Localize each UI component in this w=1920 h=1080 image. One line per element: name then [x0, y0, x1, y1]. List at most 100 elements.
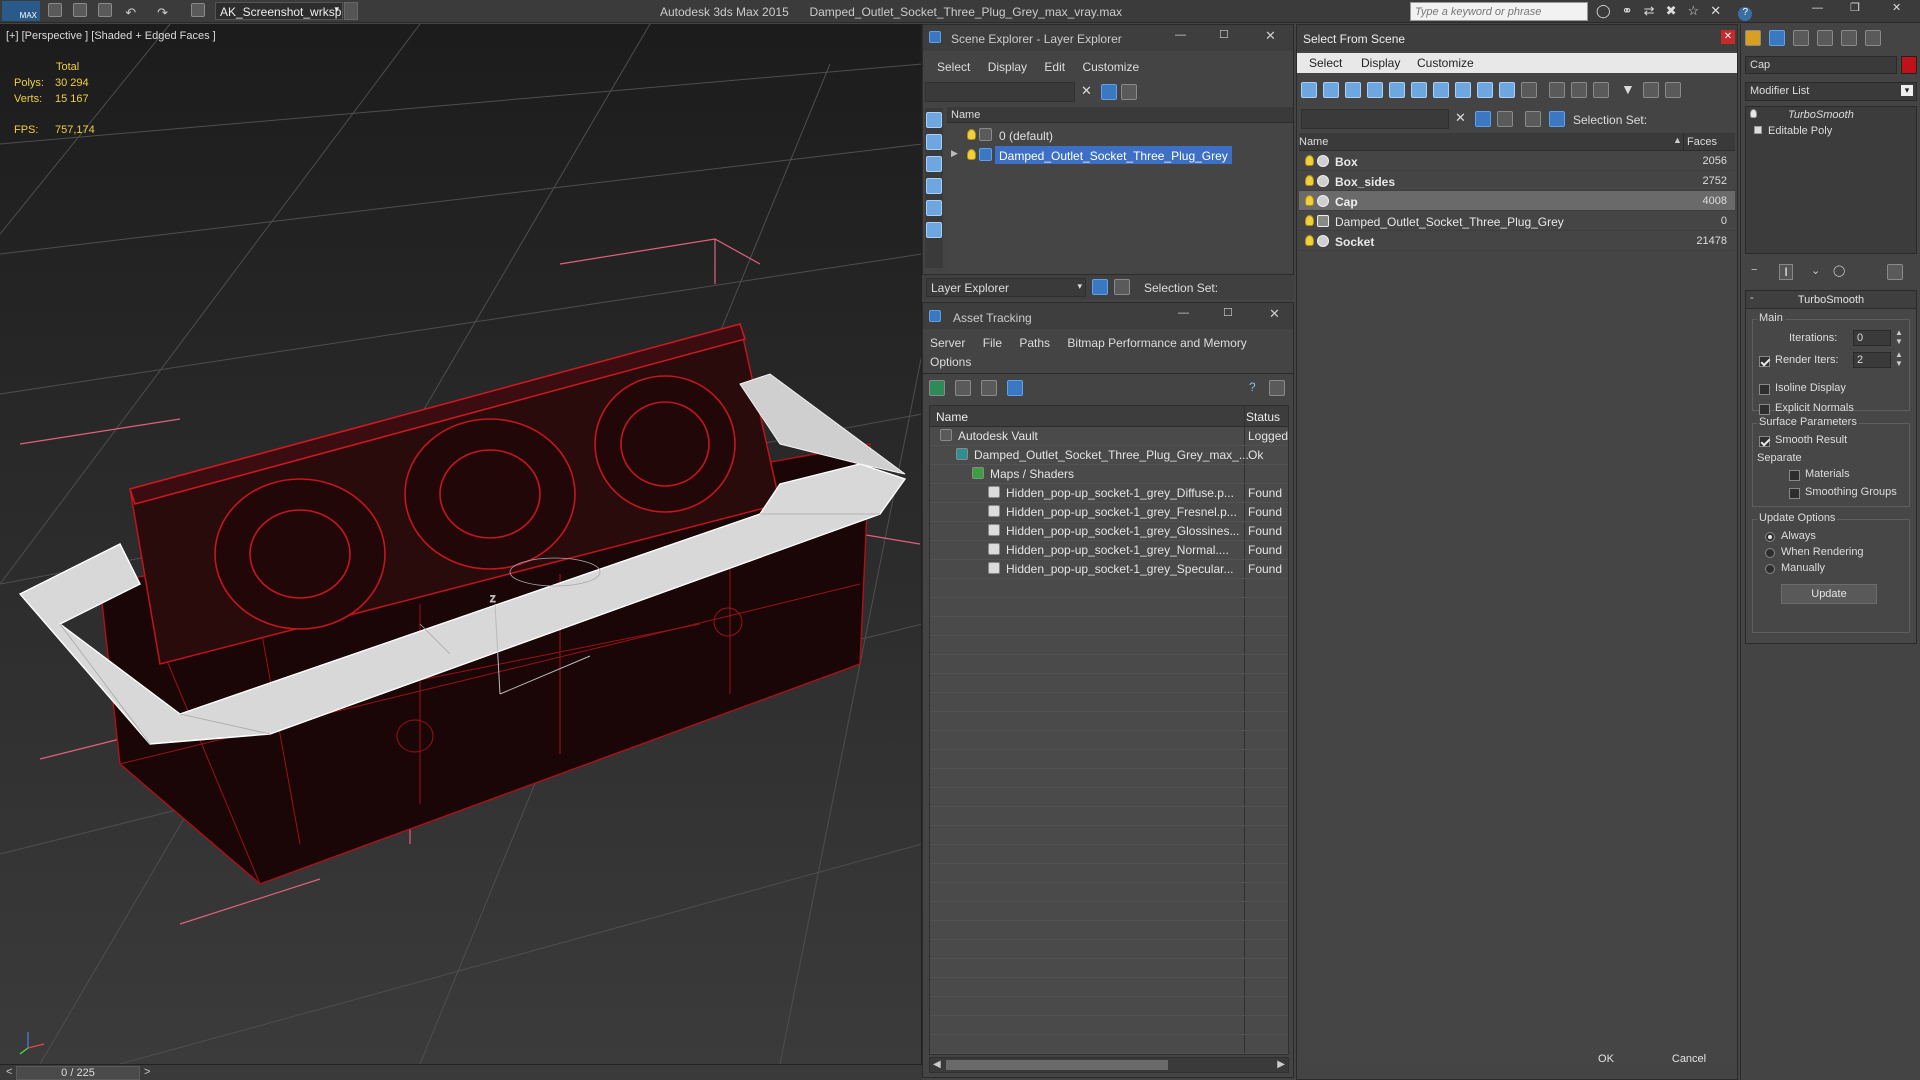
asset-row[interactable]	[930, 693, 1288, 712]
display-shapes-icon[interactable]	[926, 134, 942, 150]
layer-tool-icon[interactable]	[1497, 111, 1513, 127]
display-frozen-icon[interactable]	[1521, 82, 1537, 98]
menu-display[interactable]: Display	[988, 60, 1027, 74]
scroll-thumb[interactable]	[946, 1060, 1168, 1070]
asset-tracking-titlebar[interactable]: Asset Tracking — ☐ ✕	[923, 303, 1293, 329]
scene-explorer-titlebar[interactable]: Scene Explorer - Layer Explorer — ☐ ✕	[923, 25, 1293, 51]
asset-row[interactable]	[930, 655, 1288, 674]
asset-row[interactable]: Damped_Outlet_Socket_Three_Plug_Grey_max…	[930, 446, 1288, 465]
menu-options[interactable]: Options	[930, 355, 971, 369]
utilities-tab-icon[interactable]	[1865, 30, 1881, 46]
modifier-stack-item[interactable]: Editable Poly	[1746, 123, 1916, 139]
col-name-header[interactable]: Name	[1299, 136, 1328, 148]
asset-row[interactable]	[930, 579, 1288, 598]
menu-customize[interactable]: Customize	[1417, 56, 1474, 70]
asset-row[interactable]	[930, 997, 1288, 1016]
asset-row[interactable]	[930, 1035, 1288, 1054]
asset-row[interactable]: Hidden_pop-up_socket-1_grey_Normal.... Fo…	[930, 541, 1288, 560]
display-shapes-icon[interactable]	[1323, 82, 1339, 98]
display-spacewarps-icon[interactable]	[926, 222, 942, 238]
light-bulb-icon[interactable]	[1305, 155, 1314, 166]
list-view-icon[interactable]	[955, 380, 971, 396]
asset-row[interactable]	[930, 978, 1288, 997]
asset-row[interactable]	[930, 921, 1288, 940]
materials-checkbox[interactable]	[1789, 470, 1800, 481]
max-logo[interactable]: MAX	[2, 1, 40, 21]
clear-search-icon[interactable]: ✕	[1455, 110, 1466, 126]
asset-row[interactable]	[930, 750, 1288, 769]
asset-row[interactable]	[930, 883, 1288, 902]
scroll-right-icon[interactable]: ▶	[1277, 1059, 1285, 1070]
clear-search-icon[interactable]: ✕	[1081, 83, 1092, 99]
smooth-result-checkbox[interactable]	[1759, 436, 1770, 447]
layer-row-damped-outlet[interactable]: ▶ Damped_Outlet_Socket_Three_Plug_Grey	[947, 145, 1293, 165]
light-bulb-icon[interactable]	[967, 149, 976, 160]
restore-icon[interactable]: ❐	[1850, 1, 1860, 14]
close-x-icon[interactable]: ✖	[1666, 3, 1677, 18]
light-bulb-icon[interactable]	[1305, 195, 1314, 206]
asset-row[interactable]	[930, 617, 1288, 636]
light-bulb-icon[interactable]	[1305, 215, 1314, 226]
close-icon[interactable]: ✕	[1269, 306, 1280, 322]
select-from-scene-titlebar[interactable]: Select From Scene ✕	[1297, 25, 1737, 51]
menu-bitmap-performance[interactable]: Bitmap Performance and Memory	[1067, 336, 1246, 350]
asset-row[interactable]	[930, 845, 1288, 864]
time-slider[interactable]: < 0 / 225 >	[0, 1064, 922, 1080]
binoculars-icon[interactable]: ◯	[1596, 3, 1611, 18]
layer-tool-icon[interactable]	[1121, 84, 1137, 100]
object-row[interactable]: Box_sides 2752	[1299, 171, 1735, 191]
minimize-icon[interactable]: —	[1175, 29, 1186, 41]
modifier-stack-item[interactable]: TurboSmooth	[1746, 107, 1916, 123]
isoline-checkbox[interactable]	[1759, 384, 1770, 395]
select-none-icon[interactable]	[1571, 82, 1587, 98]
search-input[interactable]: Type a keyword or phrase	[1410, 2, 1588, 21]
new-file-icon[interactable]	[48, 3, 62, 17]
configure-sets-icon[interactable]	[1887, 264, 1903, 280]
hierarchy-tab-icon[interactable]	[1793, 30, 1809, 46]
asset-row[interactable]: Hidden_pop-up_socket-1_grey_Diffuse.p...…	[930, 484, 1288, 503]
spinner-arrows-icon[interactable]: ▲ ▼	[1895, 350, 1903, 368]
close-icon[interactable]: ✕	[1265, 28, 1276, 44]
help-icon[interactable]: ?	[1738, 7, 1753, 21]
select-search-input[interactable]	[1301, 109, 1449, 129]
display-lights-icon[interactable]	[926, 156, 942, 172]
filter-icon[interactable]	[1475, 111, 1491, 127]
asset-row[interactable]	[930, 1054, 1288, 1055]
exchange-icon[interactable]: ⇄	[1644, 3, 1655, 18]
asset-row[interactable]	[930, 769, 1288, 788]
asset-row[interactable]: Autodesk Vault Logged	[930, 427, 1288, 446]
show-end-result-icon[interactable]: I	[1779, 264, 1793, 280]
create-tab-icon[interactable]	[1745, 30, 1761, 46]
update-button[interactable]: Update	[1781, 584, 1877, 604]
minimize-icon[interactable]: —	[1812, 2, 1823, 14]
motion-tab-icon[interactable]	[1817, 30, 1833, 46]
menu-select[interactable]: Select	[937, 60, 970, 74]
asset-row[interactable]	[930, 788, 1288, 807]
asset-row[interactable]: Hidden_pop-up_socket-1_grey_Fresnel.p...…	[930, 503, 1288, 522]
col-name-header[interactable]: Name	[936, 410, 968, 424]
display-groups-icon[interactable]	[1433, 82, 1449, 98]
explicit-normals-checkbox[interactable]	[1759, 404, 1770, 415]
restore-icon[interactable]: ☐	[1223, 306, 1233, 319]
asset-row[interactable]	[930, 826, 1288, 845]
project-folder-icon[interactable]	[191, 3, 206, 17]
render-iters-spinner[interactable]: 2	[1853, 352, 1891, 368]
perspective-viewport[interactable]: Z [+] [Perspective ] [Shaded + Edged Fac…	[0, 24, 922, 1064]
funnel-icon[interactable]: ▼	[1621, 81, 1635, 97]
open-file-icon[interactable]	[73, 3, 88, 17]
light-bulb-icon[interactable]	[1305, 235, 1314, 246]
select-all-icon[interactable]	[1549, 82, 1565, 98]
asset-row[interactable]: Hidden_pop-up_socket-1_grey_Specular... F…	[930, 560, 1288, 579]
render-iters-checkbox[interactable]	[1759, 356, 1770, 367]
display-helpers-icon[interactable]	[1389, 82, 1405, 98]
close-icon[interactable]: ✕	[1892, 1, 1901, 14]
menu-server[interactable]: Server	[930, 336, 965, 350]
asset-row[interactable]	[930, 636, 1288, 655]
redo-icon[interactable]: ↷	[157, 5, 168, 20]
filter-icon[interactable]	[1101, 84, 1117, 100]
asset-row[interactable]: Maps / Shaders	[930, 465, 1288, 484]
layer-row-default[interactable]: 0 (default)	[947, 125, 1293, 145]
always-radio[interactable]	[1765, 532, 1775, 542]
asset-row[interactable]	[930, 902, 1288, 921]
layer-explorer-toggle-icon[interactable]	[1092, 279, 1108, 295]
